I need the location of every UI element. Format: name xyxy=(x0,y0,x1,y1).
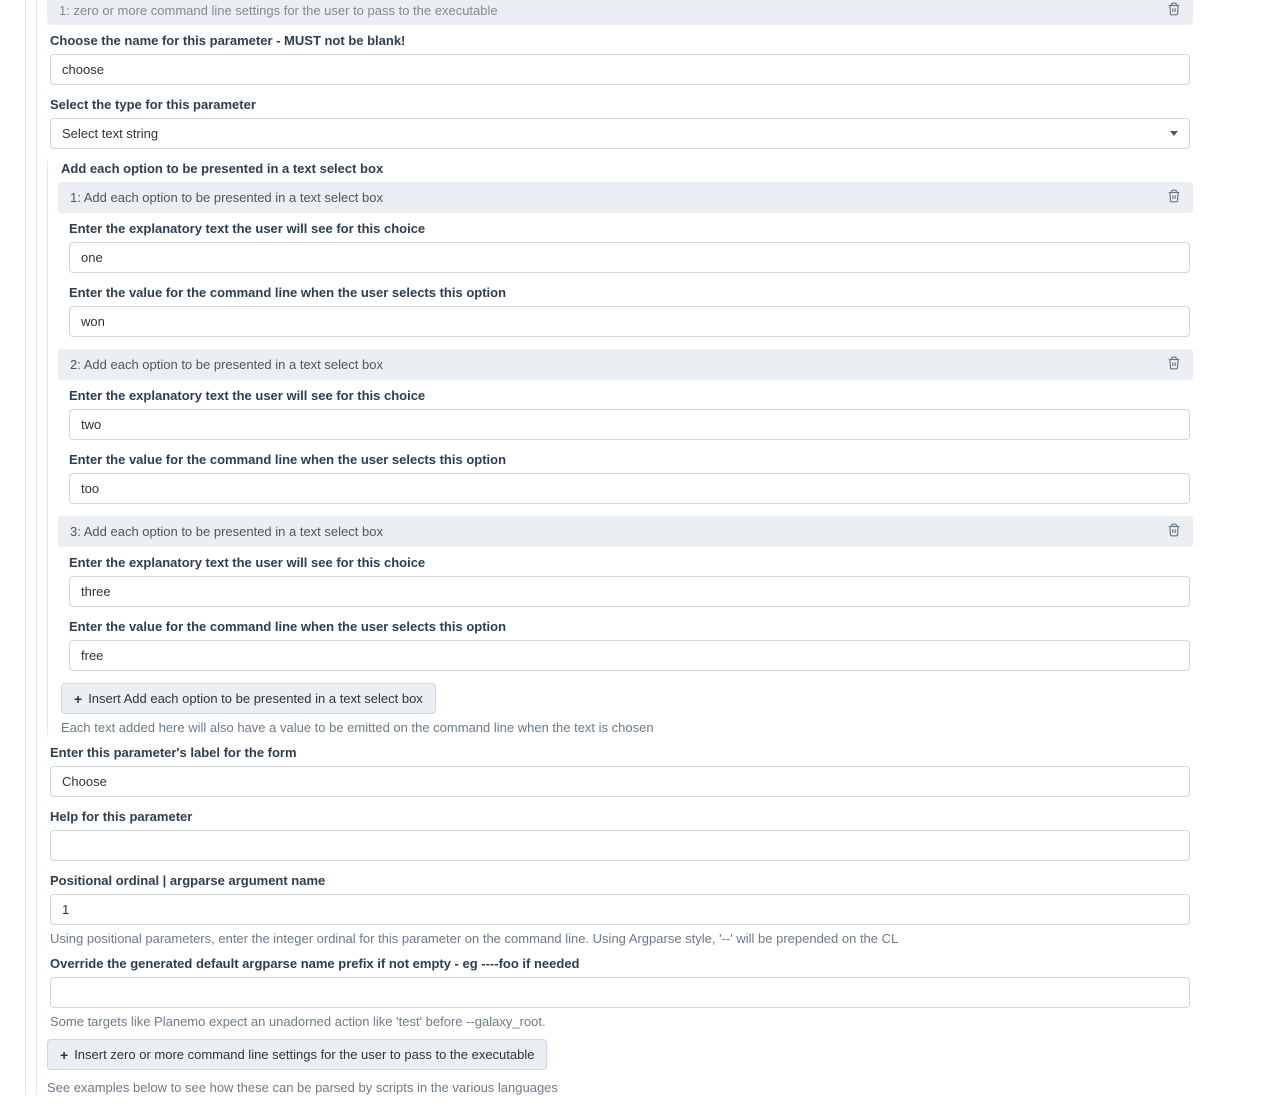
option-value-label: Enter the value for the command line whe… xyxy=(69,452,1190,467)
option-value-label: Enter the value for the command line whe… xyxy=(69,285,1190,300)
option-value-label: Enter the value for the command line whe… xyxy=(69,619,1190,634)
override-help-text: Some targets like Planemo expect an unad… xyxy=(50,1014,1193,1029)
plus-icon: + xyxy=(74,692,82,706)
ordinal-help-text: Using positional parameters, enter the i… xyxy=(50,931,1193,946)
option-text-input[interactable] xyxy=(69,409,1190,440)
ordinal-input[interactable] xyxy=(50,894,1190,925)
footer-help-text: See examples below to see how these can … xyxy=(47,1080,1193,1095)
trash-icon[interactable] xyxy=(1167,189,1181,206)
options-section-label: Add each option to be presented in a tex… xyxy=(61,161,1190,176)
ordinal-label: Positional ordinal | argparse argument n… xyxy=(50,873,1190,888)
option-header: 2: Add each option to be presented in a … xyxy=(58,349,1193,380)
option-header-text: 3: Add each option to be presented in a … xyxy=(70,524,383,539)
option-value-input[interactable] xyxy=(69,640,1190,671)
plus-icon: + xyxy=(60,1048,68,1062)
param-name-input[interactable] xyxy=(50,54,1190,85)
chevron-down-icon xyxy=(1170,131,1178,136)
options-help-text: Each text added here will also have a va… xyxy=(61,720,1193,735)
insert-option-button[interactable]: + Insert Add each option to be presented… xyxy=(61,683,436,714)
option-text-input[interactable] xyxy=(69,242,1190,273)
param-form-label-label: Enter this parameter's label for the for… xyxy=(50,745,1190,760)
param-help-label: Help for this parameter xyxy=(50,809,1190,824)
option-header: 3: Add each option to be presented in a … xyxy=(58,516,1193,547)
trash-icon[interactable] xyxy=(1167,523,1181,540)
insert-option-label: Insert Add each option to be presented i… xyxy=(88,691,423,706)
option-value-input[interactable] xyxy=(69,473,1190,504)
option-header-text: 1: Add each option to be presented in a … xyxy=(70,190,383,205)
param-form-label-input[interactable] xyxy=(50,766,1190,797)
option-text-label: Enter the explanatory text the user will… xyxy=(69,221,1190,236)
param-type-value: Select text string xyxy=(62,126,158,141)
override-label: Override the generated default argparse … xyxy=(50,956,1190,971)
option-text-label: Enter the explanatory text the user will… xyxy=(69,555,1190,570)
param-type-label: Select the type for this parameter xyxy=(50,97,1190,112)
param-section-header: 1: zero or more command line settings fo… xyxy=(47,0,1193,25)
option-value-input[interactable] xyxy=(69,306,1190,337)
option-text-label: Enter the explanatory text the user will… xyxy=(69,388,1190,403)
param-help-input[interactable] xyxy=(50,830,1190,861)
trash-icon[interactable] xyxy=(1167,2,1181,19)
override-input[interactable] xyxy=(50,977,1190,1008)
option-header-text: 2: Add each option to be presented in a … xyxy=(70,357,383,372)
trash-icon[interactable] xyxy=(1167,356,1181,373)
option-text-input[interactable] xyxy=(69,576,1190,607)
param-type-select[interactable]: Select text string xyxy=(50,118,1190,149)
option-header: 1: Add each option to be presented in a … xyxy=(58,182,1193,213)
param-name-label: Choose the name for this parameter - MUS… xyxy=(50,33,1190,48)
insert-param-button[interactable]: + Insert zero or more command line setti… xyxy=(47,1039,547,1070)
param-section-header-text: 1: zero or more command line settings fo… xyxy=(59,3,498,18)
